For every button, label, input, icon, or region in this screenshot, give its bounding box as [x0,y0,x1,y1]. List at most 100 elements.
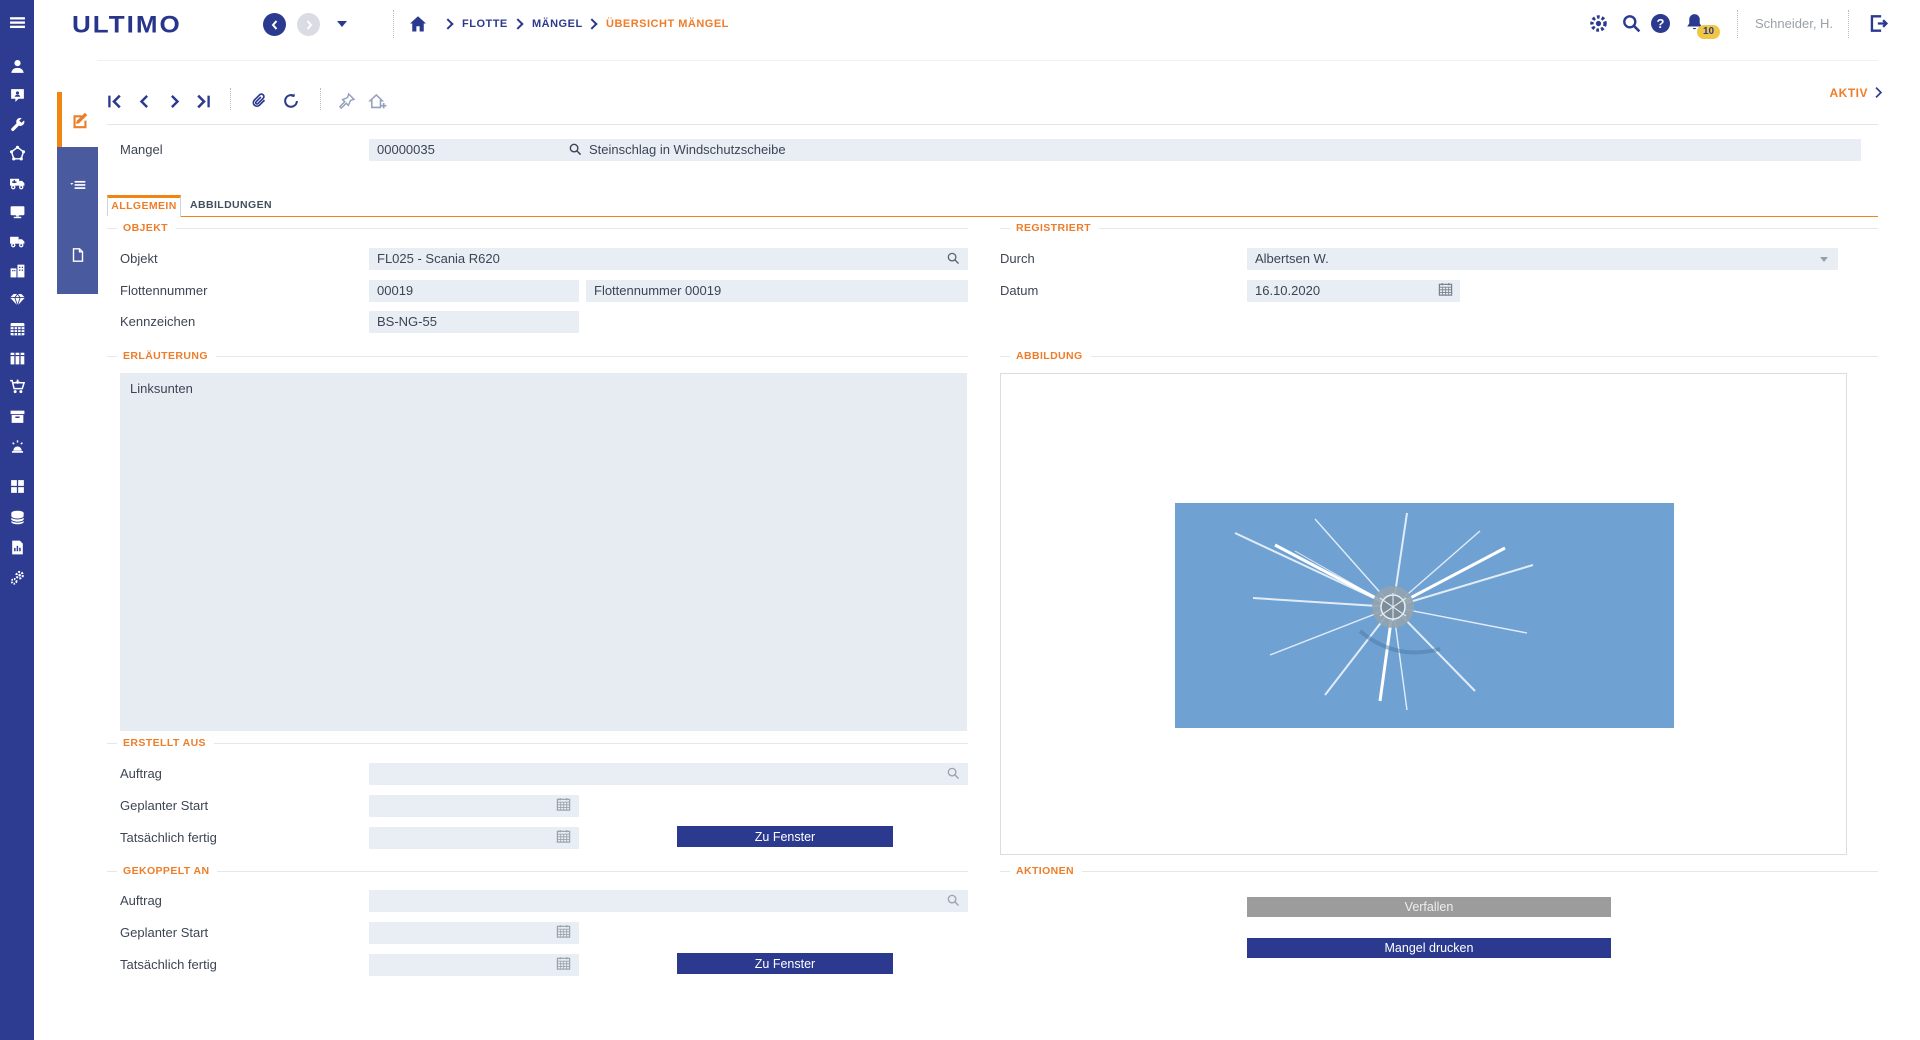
nav-forward-button[interactable] [297,13,320,36]
datum-field[interactable]: 16.10.2020 [1247,280,1460,302]
sidebar-item-reports[interactable] [0,534,34,560]
geplanter-start-label: Geplanter Start [120,798,209,813]
objekt-lookup-icon[interactable] [946,251,961,271]
refresh-button[interactable] [280,90,302,112]
calendar-picker-icon[interactable] [1438,282,1453,302]
sidebar-item-realestate[interactable] [0,257,34,283]
sidebar-item-documents[interactable] [0,344,34,370]
auftrag-lookup-icon[interactable] [946,766,961,786]
tab-abbildungen[interactable]: ABBILDUNGEN [181,195,281,217]
sidebar-item-settings[interactable] [0,564,34,590]
objekt-field[interactable]: FL025 - Scania R620 [369,248,968,270]
app-logo: ULTIMO [72,10,182,38]
user-name[interactable]: Schneider, H. [1755,10,1833,38]
section-title: AKTIONEN [1016,865,1075,877]
first-record-button[interactable] [103,90,125,112]
section-header-gekoppelt-an: GEKOPPELT AN [107,864,968,878]
vertical-tab-strip [57,147,98,294]
erlaeuterung-textarea[interactable]: Linksunten [120,373,967,731]
vertical-tab-edit-active[interactable] [57,92,98,147]
edit-pencil-icon [73,112,88,128]
toolbar-divider [230,88,231,110]
sidebar-item-maintenance[interactable] [0,111,34,137]
auftrag-lookup-icon[interactable] [946,893,961,913]
siren-icon [11,439,23,453]
breadcrumb-item-maengel[interactable]: MÄNGEL [532,16,583,32]
attachment-button[interactable] [248,90,270,112]
sidebar-item-assets[interactable] [0,286,34,312]
box-icon [10,410,24,423]
chevron-right-icon [170,94,179,108]
nav-history-caret-icon[interactable] [337,21,347,27]
sidebar-item-stock[interactable] [0,403,34,429]
next-record-button[interactable] [163,90,185,112]
calendar-picker-icon[interactable] [556,956,571,976]
geplanter-start-field-2[interactable] [369,922,579,944]
zu-fenster-button-gekoppelt[interactable]: Zu Fenster [677,953,893,974]
tab-allgemein[interactable]: ALLGEMEIN [107,195,181,217]
breadcrumb-separator-icon [512,18,524,30]
vertical-tab-list[interactable] [57,172,98,198]
monitor-icon [10,205,24,218]
logout-icon [1870,15,1889,32]
section-header-abbildung: ABBILDUNG [1000,349,1878,363]
status-badge: AKTIV [1829,86,1868,100]
first-record-icon [107,94,121,108]
verfallen-button[interactable]: Verfallen [1247,897,1611,917]
previous-record-button[interactable] [133,90,155,112]
sidebar-item-emergency[interactable] [0,433,34,459]
sidebar-item-incident[interactable] [0,169,34,195]
add-to-start-page-button[interactable] [366,90,388,112]
calendar-picker-icon[interactable] [556,924,571,944]
section-header-registriert: REGISTRIERT [1000,221,1878,235]
home-icon [410,16,426,32]
last-record-button[interactable] [192,90,214,112]
kennzeichen-field[interactable]: BS-NG-55 [369,311,579,333]
vertical-tab-document[interactable] [57,242,98,268]
diamond-icon [9,292,25,307]
sidebar-item-planning[interactable] [0,315,34,341]
mangel-drucken-button[interactable]: Mangel drucken [1247,938,1611,958]
search-button[interactable] [1621,13,1642,34]
zu-fenster-button-erstellt[interactable]: Zu Fenster [677,826,893,847]
content-top-divider [97,60,1878,61]
status-chevron-icon[interactable] [1872,86,1885,104]
logout-button[interactable] [1868,13,1889,34]
objekt-label: Objekt [120,251,158,266]
sidebar-item-fleet[interactable] [0,227,34,253]
durch-select[interactable]: Albertsen W. [1247,248,1838,270]
calendar-picker-icon[interactable] [556,829,571,849]
lookup-search-icon[interactable] [568,142,583,162]
kennzeichen-label: Kennzeichen [120,314,196,329]
sidebar-item-infra[interactable] [0,140,34,166]
user-icon [10,59,24,73]
pin-button[interactable] [336,90,358,112]
sidebar-item-procurement[interactable] [0,373,34,399]
breadcrumb-item-flotte[interactable]: FLOTTE [462,16,508,32]
ambulance-icon [9,178,24,189]
sidebar-item-data[interactable] [0,504,34,530]
auftrag-field[interactable] [369,763,968,785]
tatsaechlich-fertig-field[interactable] [369,827,579,849]
sidebar-item-apps[interactable] [0,473,34,499]
tatsaechlich-fertig-field-2[interactable] [369,954,579,976]
geplanter-start-field[interactable] [369,795,579,817]
auftrag-field-2[interactable] [369,890,968,912]
calendar-picker-icon[interactable] [556,797,571,817]
breadcrumb-separator-icon [442,18,454,30]
main-sidebar [0,0,34,1040]
refresh-icon [284,93,298,108]
settings-button[interactable] [1588,13,1609,34]
help-button[interactable]: ? [1651,14,1670,33]
hamburger-menu-icon[interactable] [0,9,34,35]
windshield-damage-photo[interactable] [1175,503,1674,728]
chevron-down-icon[interactable] [1820,257,1828,262]
tatsaechlich-fertig-label: Tatsächlich fertig [120,957,217,972]
sidebar-item-it[interactable] [0,198,34,224]
breadcrumb-home-button[interactable] [408,14,428,34]
document-icon [72,248,83,262]
sidebar-item-personnel[interactable] [0,53,34,79]
sidebar-item-servicedesk[interactable] [0,82,34,108]
nav-back-button[interactable] [263,13,286,36]
flottennummer-field[interactable]: 00019 [369,280,579,302]
